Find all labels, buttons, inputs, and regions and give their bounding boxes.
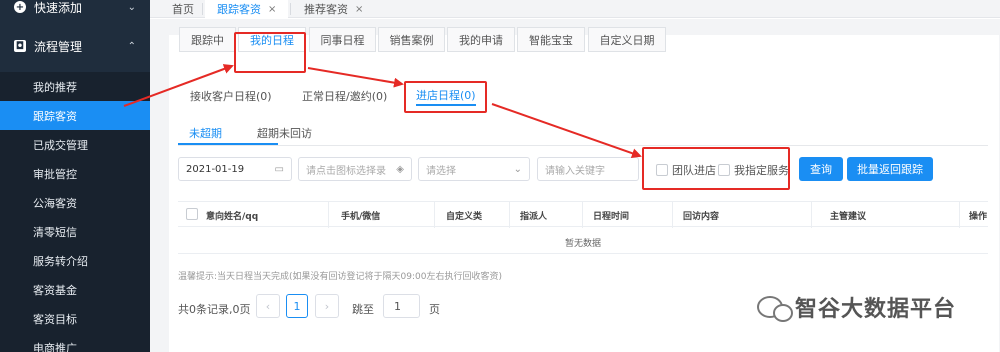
annotation-arrow bbox=[491, 103, 642, 159]
wechat-icon bbox=[757, 296, 793, 322]
watermark: 智谷大数据平台 bbox=[757, 291, 956, 323]
annotation-arrow bbox=[307, 67, 404, 88]
annotation-arrow bbox=[123, 64, 234, 107]
watermark-text: 智谷大数据平台 bbox=[795, 297, 957, 322]
